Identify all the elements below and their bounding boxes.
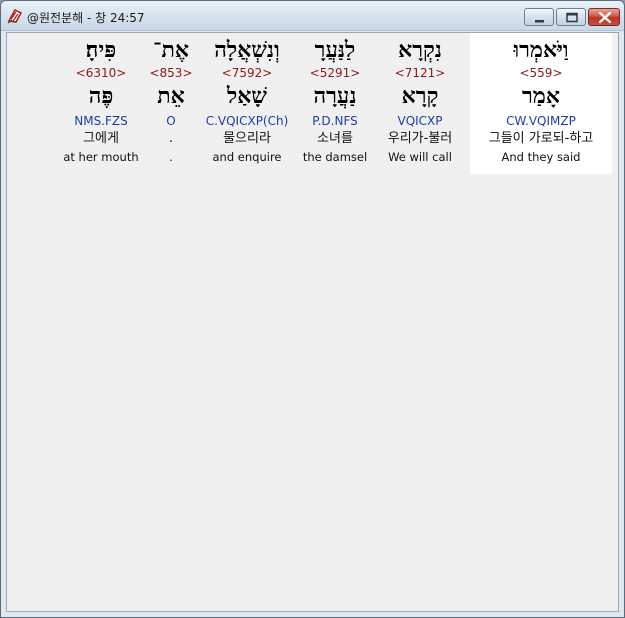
hebrew-word[interactable]: אֶת־ xyxy=(145,37,197,63)
morphology-code[interactable]: VQICXP xyxy=(379,114,461,128)
hebrew-word[interactable]: וַיֹּאמְרוּ xyxy=(470,37,612,63)
word-column[interactable]: לַנַּעֲרָ <5291> נַעֲרָה P.D.NFS 소녀를 the… xyxy=(297,33,373,174)
maximize-button[interactable] xyxy=(556,8,586,26)
word-column[interactable]: אֶת־ <853> אֵת O . . xyxy=(145,33,197,174)
word-column[interactable]: וְנִשְׁאֲלָה <7592> שָׁאַל C.VQICXP(Ch) … xyxy=(200,33,294,174)
close-icon xyxy=(598,11,612,24)
english-gloss: . xyxy=(169,150,173,164)
close-button[interactable] xyxy=(588,8,620,26)
title-bar[interactable]: @원전분해 - 창 24:57 xyxy=(1,1,624,31)
strong-number[interactable]: <7121> xyxy=(379,66,461,80)
word-column[interactable]: פִּיהָ׃ <6310> פֶּה NMS.FZS 그에게 at her m… xyxy=(59,33,143,174)
english-gloss: We will call xyxy=(388,150,452,164)
hebrew-lemma[interactable]: נַעֲרָה xyxy=(297,83,373,109)
hebrew-lemma[interactable]: אָמַר xyxy=(470,83,612,109)
korean-gloss: . xyxy=(168,131,174,146)
hebrew-word[interactable]: וְנִשְׁאֲלָה xyxy=(200,37,294,63)
hebrew-word[interactable]: נִקְרָא xyxy=(379,37,461,63)
english-gloss: the damsel xyxy=(302,150,368,164)
korean-gloss: 우리가-불러 xyxy=(387,131,453,146)
interlinear-panel[interactable]: וַיֹּאמְרוּ <559> אָמַר CW.VQIMZP 그들이 가로… xyxy=(6,32,619,612)
strong-number[interactable]: <853> xyxy=(145,66,197,80)
minimize-icon xyxy=(535,20,544,23)
korean-gloss: 그들이 가로되-하고 xyxy=(488,131,594,146)
hebrew-lemma[interactable]: פֶּה xyxy=(59,83,143,109)
strong-number[interactable]: <6310> xyxy=(59,66,143,80)
english-gloss: and enquire xyxy=(212,150,282,164)
korean-gloss: 소녀를 xyxy=(317,131,353,146)
word-column[interactable]: וַיֹּאמְרוּ <559> אָמַר CW.VQIMZP 그들이 가로… xyxy=(470,33,612,174)
minimize-button[interactable] xyxy=(524,8,554,26)
app-window: @원전분해 - 창 24:57 וַיֹּאמְרוּ <559> אָמַר … xyxy=(0,0,625,618)
strong-number[interactable]: <559> xyxy=(470,66,612,80)
hebrew-lemma[interactable]: שָׁאַל xyxy=(200,83,294,109)
maximize-icon xyxy=(566,12,578,23)
window-title: @원전분해 - 창 24:57 xyxy=(27,11,145,25)
english-gloss: And they said xyxy=(501,150,581,164)
morphology-code[interactable]: NMS.FZS xyxy=(59,114,143,128)
app-icon[interactable] xyxy=(6,7,24,25)
strong-number[interactable]: <5291> xyxy=(297,66,373,80)
strong-number[interactable]: <7592> xyxy=(200,66,294,80)
english-gloss: at her mouth xyxy=(63,150,139,164)
morphology-code[interactable]: CW.VQIMZP xyxy=(470,114,612,128)
hebrew-word[interactable]: לַנַּעֲרָ xyxy=(297,37,373,63)
hebrew-lemma[interactable]: אֵת xyxy=(145,83,197,109)
morphology-code[interactable]: C.VQICXP(Ch) xyxy=(200,114,294,128)
morphology-code[interactable]: O xyxy=(145,114,197,128)
word-column[interactable]: נִקְרָא <7121> קָרָא VQICXP 우리가-불러 We wi… xyxy=(379,33,461,174)
korean-gloss: 물으리라 xyxy=(223,131,271,146)
hebrew-lemma[interactable]: קָרָא xyxy=(379,83,461,109)
korean-gloss: 그에게 xyxy=(83,131,119,146)
morphology-code[interactable]: P.D.NFS xyxy=(297,114,373,128)
window-frame-bottom xyxy=(1,612,624,617)
hebrew-word[interactable]: פִּיהָ׃ xyxy=(59,37,143,63)
